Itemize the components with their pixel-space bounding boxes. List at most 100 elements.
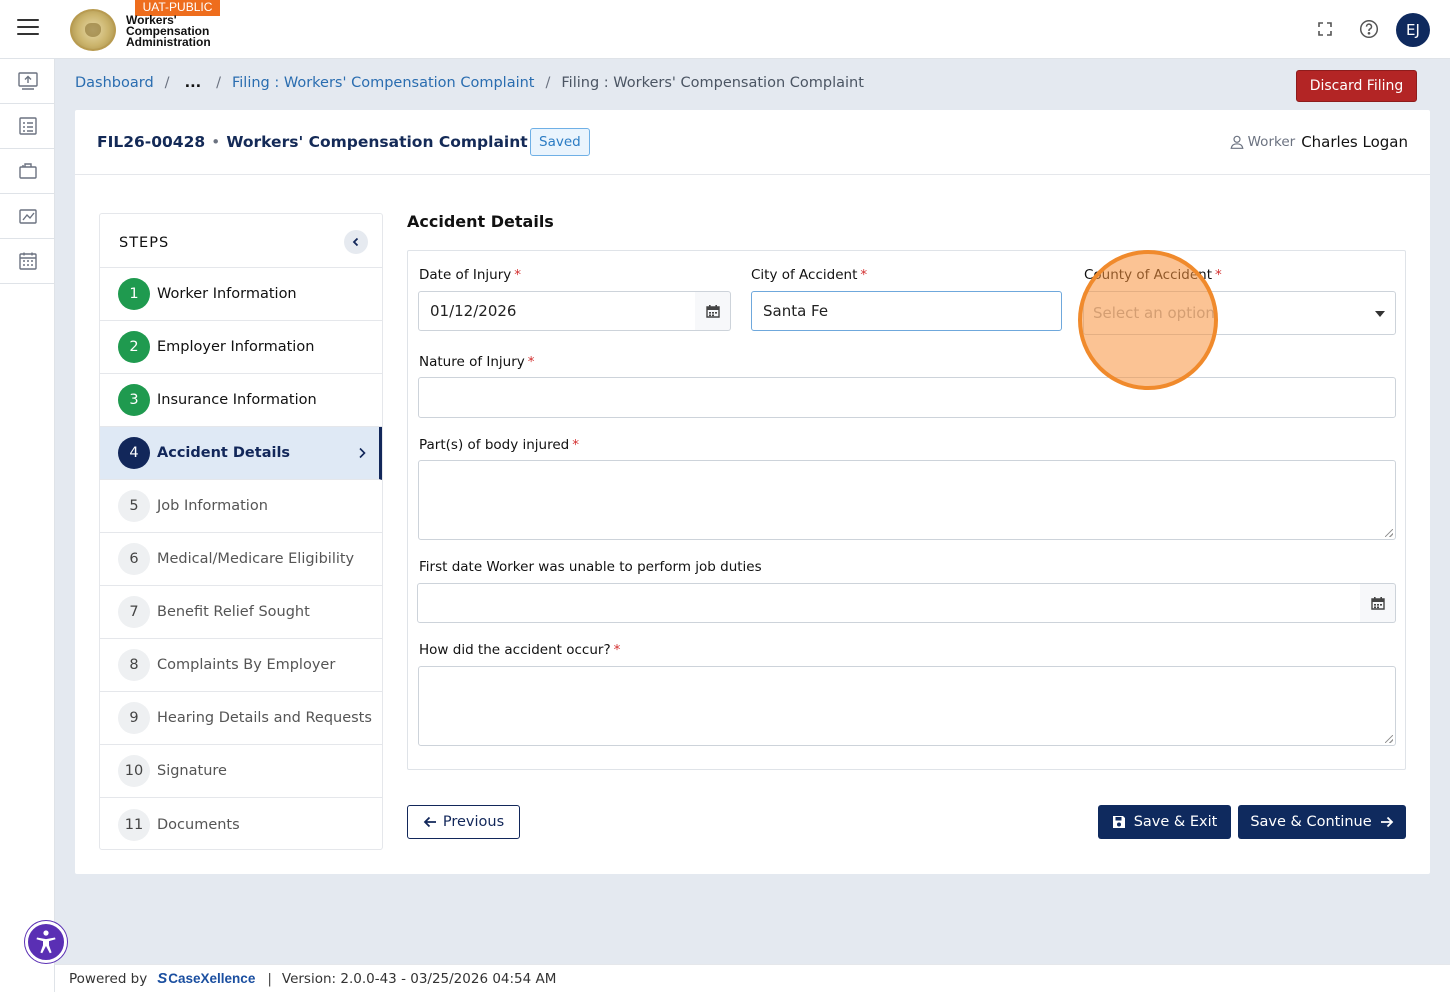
required-mark: * [572, 437, 579, 453]
discard-filing-button[interactable]: Discard Filing [1296, 70, 1417, 102]
first-unable-date-input[interactable] [417, 583, 1361, 623]
footer: Powered by S CaseXellence | Version: 2.0.… [55, 964, 1450, 992]
steps-title: STEPS [119, 235, 170, 251]
step-number: 4 [118, 437, 150, 469]
step-label: Hearing Details and Requests [157, 710, 372, 726]
breadcrumb-separator: / [216, 75, 221, 91]
step-item[interactable]: 8 Complaints By Employer [100, 639, 382, 692]
step-item[interactable]: 6 Medical/Medicare Eligibility [100, 533, 382, 586]
date-of-injury-input[interactable]: 01/12/2026 [418, 291, 696, 331]
step-label: Employer Information [157, 339, 315, 355]
required-mark: * [527, 354, 535, 370]
save-continue-button[interactable]: Save & Continue [1238, 805, 1406, 839]
breadcrumb: Dashboard / ... / Filing : Workers' Comp… [75, 75, 864, 91]
required-mark: * [1215, 267, 1222, 283]
user-avatar[interactable]: EJ [1396, 13, 1430, 47]
arrow-left-icon [423, 816, 436, 828]
filing-separator: • [211, 133, 221, 151]
body-parts-textarea[interactable] [418, 460, 1396, 540]
how-occurred-textarea[interactable] [418, 666, 1396, 746]
user-icon [1230, 135, 1244, 149]
step-label: Complaints By Employer [157, 657, 336, 673]
step-item[interactable]: 7 Benefit Relief Sought [100, 586, 382, 639]
step-item[interactable]: 5 Job Information [100, 480, 382, 533]
help-icon[interactable] [1358, 18, 1380, 40]
nature-of-injury-input[interactable] [418, 377, 1396, 418]
collapse-steps-button[interactable] [344, 230, 368, 254]
steps-header: STEPS [100, 214, 382, 268]
step-number: 10 [118, 755, 150, 787]
accessibility-icon[interactable] [25, 921, 67, 963]
breadcrumb-ellipsis[interactable]: ... [185, 75, 202, 91]
step-number: 3 [118, 384, 150, 416]
step-label: Signature [157, 763, 227, 779]
arrow-right-icon [1380, 816, 1393, 828]
filing-title: FIL26-00428 • Workers' Compensation Compla… [97, 133, 528, 151]
required-mark: * [514, 267, 521, 283]
casexellence-logo: S CaseXellence [157, 970, 256, 987]
nature-of-injury-label: Nature of Injury * [419, 354, 535, 370]
filing-header: FIL26-00428 • Workers' Compensation Compla… [75, 110, 1430, 175]
breadcrumb-filing[interactable]: Filing : Workers' Compensation Complaint [232, 75, 535, 91]
agency-name: Workers' Compensation Administration [126, 13, 211, 49]
date-of-injury-calendar-button[interactable] [695, 291, 731, 331]
caret-down-icon [1375, 311, 1385, 317]
worker-name: Charles Logan [1301, 133, 1408, 151]
step-item[interactable]: 1 Worker Information [100, 268, 382, 321]
filing-card: FIL26-00428 • Workers' Compensation Compla… [75, 110, 1430, 874]
step-number: 8 [118, 649, 150, 681]
previous-label: Previous [442, 814, 505, 830]
step-item[interactable]: 9 Hearing Details and Requests [100, 692, 382, 745]
breadcrumb-current: Filing : Workers' Compensation Complaint [561, 75, 864, 91]
fullscreen-icon[interactable] [1314, 18, 1336, 40]
save-continue-label: Save & Continue [1250, 814, 1372, 830]
save-icon [1112, 816, 1125, 828]
resize-handle[interactable] [1385, 529, 1393, 537]
breadcrumb-dashboard[interactable]: Dashboard [75, 75, 154, 91]
steps-panel: STEPS 1 Worker Information 2 Employer Infor… [99, 213, 383, 850]
powered-by-label: Powered by [69, 970, 148, 987]
nav-documents-icon[interactable] [0, 194, 55, 239]
step-item[interactable]: 2 Employer Information [100, 321, 382, 374]
accident-details-form: Date of Injury * 01/12/2026 City of Accid… [407, 250, 1406, 770]
step-label: Accident Details [157, 445, 291, 461]
county-select-placeholder: Select an option [1093, 304, 1215, 322]
step-item[interactable]: 11 Documents [100, 798, 382, 851]
save-exit-label: Save & Exit [1133, 814, 1218, 830]
left-nav-rail [0, 59, 55, 992]
first-unable-date-calendar-button[interactable] [1360, 583, 1396, 623]
status-badge: Saved [530, 128, 590, 156]
how-occurred-label: How did the accident occur? * [419, 642, 621, 658]
nav-briefcase-icon[interactable] [0, 149, 55, 194]
menu-icon[interactable] [17, 19, 39, 37]
step-item[interactable]: 4 Accident Details [100, 427, 382, 480]
step-label: Medical/Medicare Eligibility [157, 551, 355, 567]
top-bar: UAT-PUBLIC Workers' Compensation Adminis… [0, 0, 1450, 59]
save-exit-button[interactable]: Save & Exit [1098, 805, 1231, 839]
step-label: Benefit Relief Sought [157, 604, 310, 620]
step-label: Job Information [157, 498, 268, 514]
date-of-injury-label: Date of Injury * [419, 267, 521, 283]
step-number: 11 [118, 808, 150, 841]
step-item[interactable]: 3 Insurance Information [100, 374, 382, 427]
footer-separator: | [267, 970, 272, 987]
step-number: 6 [118, 543, 150, 575]
step-number: 9 [118, 702, 150, 734]
step-number: 5 [118, 490, 150, 522]
city-of-accident-input[interactable]: Santa Fe [751, 291, 1062, 331]
chevron-right-icon [359, 447, 366, 459]
chevron-left-icon [352, 237, 359, 247]
nav-calendar-icon[interactable] [0, 239, 55, 284]
calendar-icon [705, 305, 720, 318]
calendar-icon [1370, 597, 1385, 610]
step-item[interactable]: 10 Signature [100, 745, 382, 798]
filing-id: FIL26-00428 [97, 133, 206, 151]
nav-list-icon[interactable] [0, 104, 55, 149]
previous-button[interactable]: Previous [407, 805, 520, 839]
resize-handle[interactable] [1385, 735, 1393, 743]
worker-info: Worker Charles Logan [1230, 133, 1408, 151]
nav-upload-icon[interactable] [0, 59, 55, 104]
county-of-accident-select[interactable]: Select an option [1083, 291, 1396, 335]
first-unable-date-label: First date Worker was unable to perform … [419, 559, 762, 575]
version-text: Version: 2.0.0-43 - 03/25/2026 04:54 AM [281, 970, 557, 987]
